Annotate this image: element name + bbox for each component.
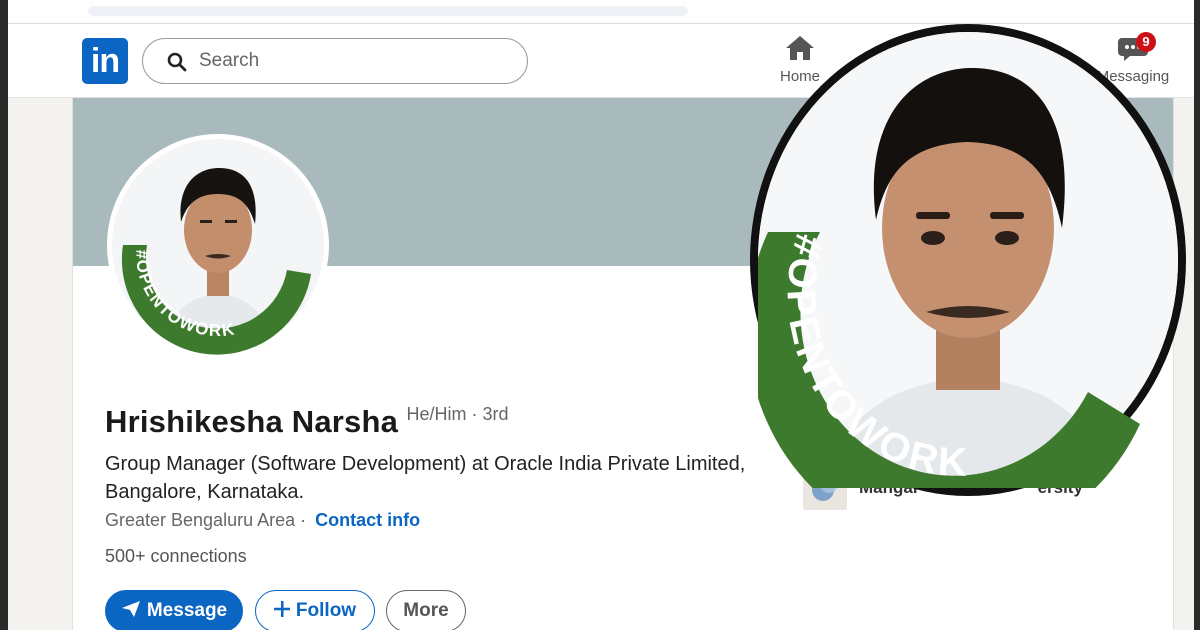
zoomed-photo-image: #OPENTOWORK — [758, 32, 1178, 488]
address-bar[interactable] — [88, 6, 688, 16]
profile-photo: #OPENTOWORK — [108, 135, 328, 355]
profile-name: Hrishikesha Narsha — [105, 404, 399, 439]
send-icon — [121, 601, 140, 618]
search-icon — [167, 52, 187, 72]
search-input[interactable] — [199, 47, 509, 75]
connections-count[interactable]: 500+ connections — [105, 546, 247, 567]
profile-headline: Group Manager (Software Development) at … — [105, 453, 746, 503]
pronouns-degree: He/Him · 3rd — [406, 404, 509, 424]
location-separator: · — [300, 510, 307, 530]
message-button[interactable]: Message — [105, 590, 243, 630]
zoomed-profile-photo: #OPENTOWORK — [750, 24, 1186, 496]
browser-screen: in Home 9 Messaging — [8, 0, 1194, 630]
profile-location: Greater Bengaluru Area — [105, 510, 296, 530]
plus-icon — [273, 601, 290, 618]
search-box[interactable] — [142, 38, 528, 84]
follow-button[interactable]: Follow — [255, 590, 375, 630]
linkedin-logo[interactable]: in — [82, 38, 128, 84]
location-row: Greater Bengaluru Area · Contact info — [105, 510, 420, 531]
more-button[interactable]: More — [386, 590, 466, 630]
browser-tab-strip — [8, 0, 1194, 24]
follow-button-label: Follow — [295, 600, 357, 621]
name-row: Hrishikesha Narsha He/Him · 3rd — [105, 404, 509, 440]
more-button-label: More — [403, 600, 449, 621]
contact-info-link[interactable]: Contact info — [315, 510, 420, 530]
message-button-label: Message — [146, 600, 228, 621]
profile-avatar[interactable]: #OPENTOWORK — [107, 134, 329, 356]
